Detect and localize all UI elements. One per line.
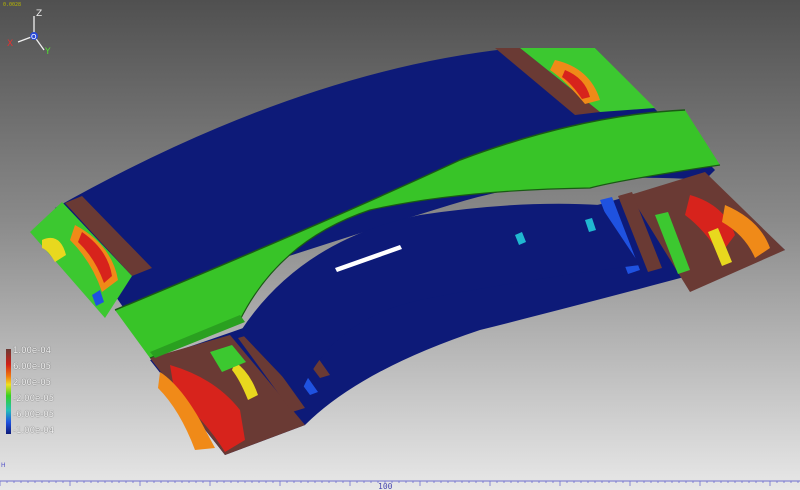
ruler-ticks [0, 481, 799, 486]
legend-gradient-bar [6, 349, 11, 434]
legend-label: 6.00e-05 [13, 362, 52, 372]
axis-triad: Z X Y O [7, 9, 51, 57]
legend-label: -6.00e-05 [13, 410, 55, 420]
legend-label: -2.00e-05 [13, 394, 55, 404]
scale-ruler: 100 [0, 480, 800, 490]
ruler-marker: H [1, 462, 6, 469]
3d-viewport[interactable]: 0.0028 Z X Y O 1.00e-04 6.00e-05 2.00e-0… [0, 0, 800, 490]
axis-x-label: X [7, 39, 13, 49]
axis-y-label: Y [44, 47, 51, 57]
legend-label: 1.00e-04 [13, 346, 52, 356]
legend-label: -1.00e-04 [13, 426, 55, 436]
axis-z-label: Z [36, 9, 42, 19]
legend-label: 2.00e-05 [13, 378, 52, 388]
color-legend: 1.00e-04 6.00e-05 2.00e-05 -2.00e-05 -6.… [4, 345, 64, 440]
ruler-scale-label: 100 [378, 482, 393, 490]
fem-model-scene[interactable] [0, 0, 800, 490]
axis-origin-label: O [31, 33, 37, 41]
